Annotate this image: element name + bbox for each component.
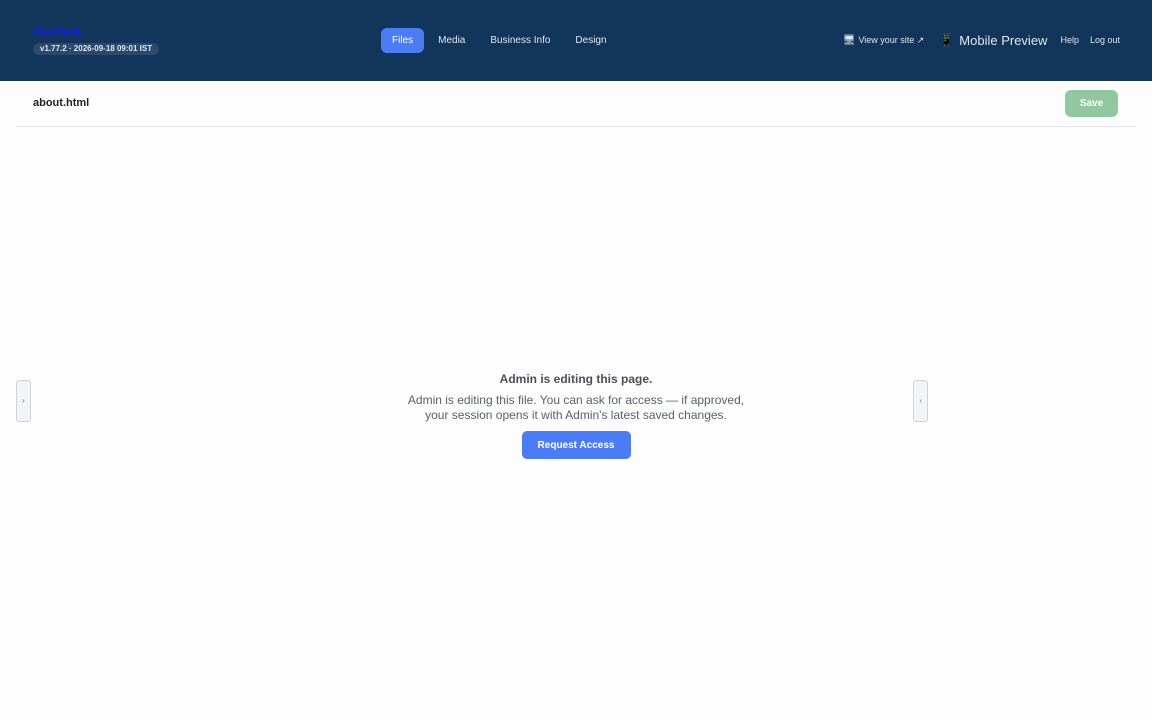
left-panel-toggle[interactable]: › — [16, 380, 31, 422]
phone-icon: 📱 — [939, 33, 955, 47]
file-header: about.html Save — [16, 81, 1136, 127]
top-navigation-bar: GeoRank v1.77.2 · 2026-09-18 09:01 IST F… — [0, 0, 1152, 81]
main-tabs: Files Media Business Info Design — [381, 28, 621, 53]
view-site-link[interactable]: 🖥 View your site ↗ — [843, 35, 925, 46]
tab-business-info[interactable]: Business Info — [479, 28, 561, 53]
request-access-button[interactable]: Request Access — [521, 431, 631, 459]
notice-title: Admin is editing this page. — [499, 372, 653, 386]
right-panel-toggle[interactable]: › — [913, 380, 928, 422]
version-badge: v1.77.2 · 2026-09-18 09:01 IST — [33, 43, 160, 55]
brand-logo-text[interactable]: GeoRank — [33, 26, 159, 38]
edit-lock-notice: Admin is editing this page. Admin is edi… — [396, 372, 756, 459]
tab-files[interactable]: Files — [381, 28, 425, 53]
mobile-preview-link[interactable]: 📱 Mobile Preview — [939, 33, 1047, 48]
save-button[interactable]: Save — [1065, 90, 1118, 117]
notice-message: Admin is editing this file. You can ask … — [407, 393, 745, 422]
tab-design[interactable]: Design — [564, 28, 617, 53]
logout-link[interactable]: Log out — [1090, 35, 1120, 45]
tab-media[interactable]: Media — [427, 28, 476, 53]
help-link[interactable]: Help — [1060, 35, 1079, 45]
view-site-label: View your site ↗ — [858, 34, 925, 45]
monitor-icon: 🖥 — [842, 34, 856, 46]
account-links: 🖥 View your site ↗ 📱 Mobile Preview Help… — [843, 29, 1120, 51]
brand: GeoRank v1.77.2 · 2026-09-18 09:01 IST — [33, 26, 160, 56]
file-name: about.html — [33, 97, 90, 109]
mobile-preview-label: Mobile Preview — [959, 32, 1048, 48]
